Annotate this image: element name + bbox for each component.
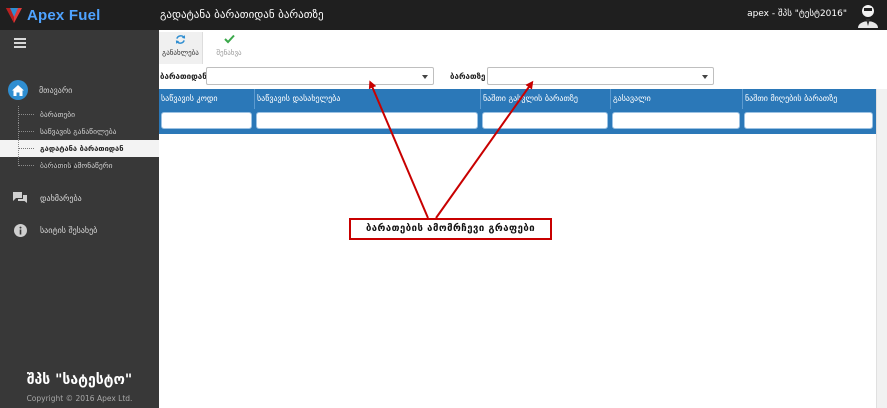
column-header[interactable]: საწვავის კოდი: [159, 89, 254, 109]
sidebar-item-about-label: საიტის შესახებ: [40, 225, 98, 235]
chevron-down-icon: [702, 75, 708, 79]
refresh-icon: [159, 32, 202, 46]
from-card-label: ბარათიდან: [160, 72, 207, 81]
refresh-button-label: განახლება: [162, 49, 199, 57]
filter-input-fuel-name[interactable]: [256, 112, 478, 129]
brand-logo[interactable]: Apex Fuel: [0, 0, 159, 30]
column-header[interactable]: გასავალი: [610, 89, 742, 109]
sidebar-item-label: საწვავის განაწილება: [40, 127, 117, 136]
save-button[interactable]: შენახვა: [207, 32, 251, 64]
column-header[interactable]: საწვავის დასახელება: [254, 89, 480, 109]
app-window: Apex Fuel გადატანა ბარათიდან ბარათზე ape…: [0, 0, 887, 408]
annotation-callout: ბარათების ამომრჩევი გრაფები: [349, 218, 552, 240]
sidebar-item-cards[interactable]: ბარათები: [0, 106, 159, 123]
toolbar: განახლება შენახვა: [159, 30, 887, 66]
fuel-drop-icon: [4, 5, 24, 25]
column-header[interactable]: ნაშთი მიღების ბარათზე: [742, 89, 876, 109]
page-title: გადატანა ბარათიდან ბარათზე: [160, 8, 324, 21]
vertical-scrollbar[interactable]: [876, 89, 887, 408]
copyright: Copyright © 2016 Apex Ltd.: [26, 394, 133, 403]
sidebar-item-main-label: მთავარი: [39, 85, 73, 95]
sidebar: მთავარი ბარათები საწვავის განაწილება გად…: [0, 30, 159, 408]
sidebar-item-about[interactable]: საიტის შესახებ: [0, 220, 159, 240]
sidebar-item-help[interactable]: დახმარება: [0, 188, 159, 208]
sidebar-item-label: ბარათის ამონაწერი: [40, 161, 113, 170]
to-card-label: ბარათზე: [450, 72, 486, 81]
checkmark-icon: [207, 32, 251, 46]
company-name: შპს "სატესტო": [26, 372, 133, 388]
refresh-button[interactable]: განახლება: [159, 32, 203, 64]
sidebar-item-help-label: დახმარება: [40, 193, 82, 203]
user-avatar-icon: [858, 5, 878, 28]
filter-input-expense[interactable]: [612, 112, 740, 129]
home-icon: [8, 80, 28, 100]
to-card-select[interactable]: [487, 67, 714, 85]
hamburger-menu-icon[interactable]: [14, 38, 26, 48]
filter-input-balance-in[interactable]: [744, 112, 873, 129]
brand-name: Apex Fuel: [27, 6, 101, 24]
column-header[interactable]: ნაშთი გასვლის ბარათზე: [480, 89, 610, 109]
sidebar-item-main[interactable]: მთავარი: [0, 76, 159, 104]
chat-icon: [13, 191, 27, 205]
user-name[interactable]: apex - შპს "ტესტ2016": [747, 9, 847, 19]
chevron-down-icon: [422, 75, 428, 79]
avatar[interactable]: [855, 2, 881, 28]
sidebar-item-card-transfer[interactable]: გადატანა ბარათიდან ბარათზე: [0, 140, 159, 170]
sidebar-item-card-statement[interactable]: ბარათის ამონაწერი: [0, 157, 159, 174]
data-grid: საწვავის კოდი საწვავის დასახელება ნაშთი …: [159, 89, 876, 134]
sidebar-item-label: ბარათები: [40, 110, 76, 119]
info-icon: [13, 223, 27, 237]
save-button-label: შენახვა: [216, 49, 242, 57]
sidebar-submenu: ბარათები საწვავის განაწილება გადატანა ბა…: [0, 106, 159, 174]
filter-input-balance-out[interactable]: [482, 112, 608, 129]
from-card-select[interactable]: [206, 67, 434, 85]
filter-input-fuel-code[interactable]: [161, 112, 252, 129]
grid-body: [159, 134, 876, 408]
top-bar: Apex Fuel გადატანა ბარათიდან ბარათზე ape…: [0, 0, 887, 30]
sidebar-item-fuel-distribution[interactable]: საწვავის განაწილება: [0, 123, 159, 140]
